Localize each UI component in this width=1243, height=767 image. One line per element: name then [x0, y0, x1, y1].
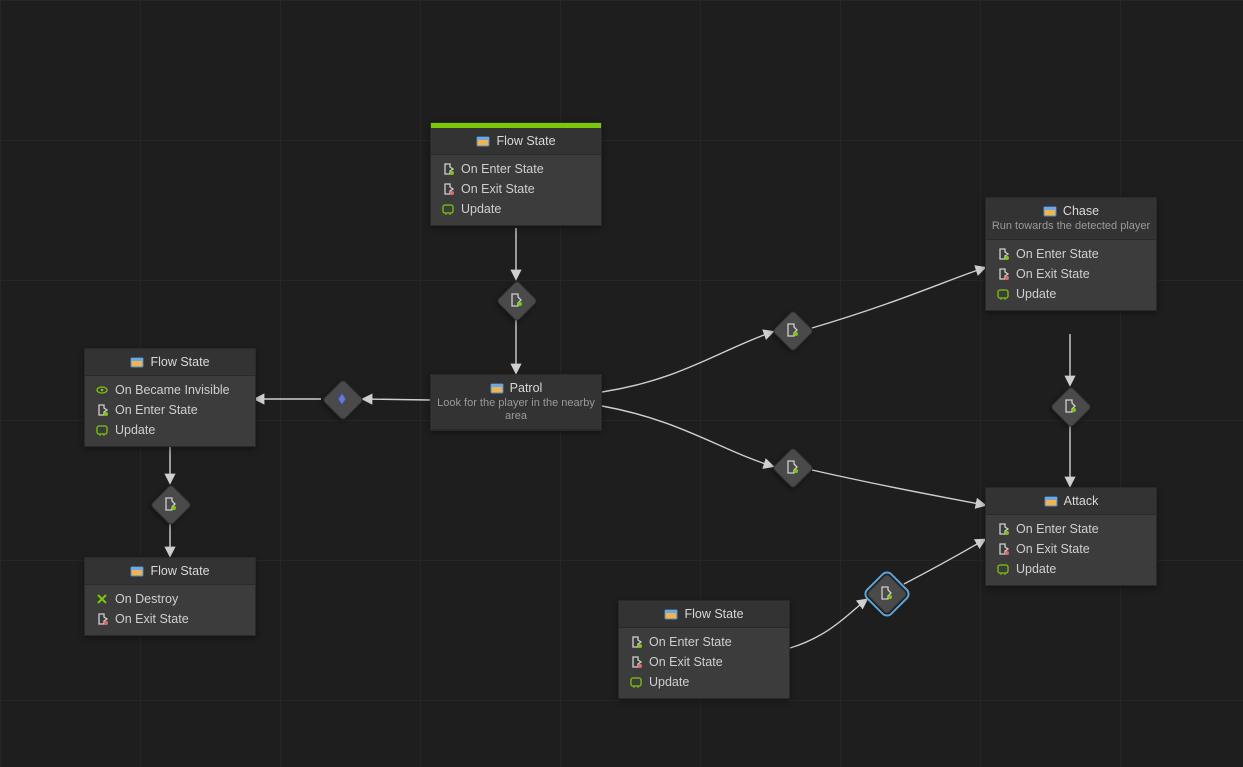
node-attack[interactable]: Attack On Enter State On Exit State Upda…: [985, 487, 1157, 586]
port[interactable]: Update: [85, 420, 255, 440]
box-icon: [130, 564, 144, 578]
transition-node[interactable]: [496, 280, 536, 320]
port[interactable]: On Enter State: [619, 632, 789, 652]
port[interactable]: On Destroy: [85, 589, 255, 609]
port-icon: [441, 182, 455, 196]
port[interactable]: On Exit State: [986, 539, 1156, 559]
transition-node-selected[interactable]: [866, 573, 906, 613]
box-icon: [490, 381, 504, 395]
port-label: On Exit State: [649, 655, 723, 669]
transition-node[interactable]: [772, 310, 812, 350]
box-icon: [130, 355, 144, 369]
port[interactable]: On Became Invisible: [85, 380, 255, 400]
port-icon: [629, 635, 643, 649]
eye-icon: [95, 383, 109, 397]
port[interactable]: Update: [986, 559, 1156, 579]
port-icon: [95, 612, 109, 626]
port-label: On Exit State: [115, 612, 189, 626]
port-icon: [95, 403, 109, 417]
update-icon: [996, 562, 1010, 576]
port-label: Update: [1016, 562, 1056, 576]
port-icon: [441, 162, 455, 176]
port-icon: [629, 655, 643, 669]
port[interactable]: On Exit State: [986, 264, 1156, 284]
destroy-icon: [95, 592, 109, 606]
update-icon: [95, 423, 109, 437]
port-label: On Became Invisible: [115, 383, 230, 397]
port[interactable]: On Exit State: [619, 652, 789, 672]
box-icon: [476, 134, 490, 148]
port[interactable]: Update: [986, 284, 1156, 304]
update-icon: [996, 287, 1010, 301]
transition-node[interactable]: [772, 447, 812, 487]
port-label: Update: [461, 202, 501, 216]
port-label: On Exit State: [1016, 267, 1090, 281]
node-chase[interactable]: Chase Run towards the detected player On…: [985, 197, 1157, 311]
port[interactable]: On Enter State: [431, 159, 601, 179]
update-icon: [629, 675, 643, 689]
node-flow-state-bottom[interactable]: Flow State On Enter State On Exit State …: [618, 600, 790, 699]
node-subtitle: Look for the player in the nearby area: [435, 397, 597, 423]
update-icon: [441, 202, 455, 216]
port-icon: [996, 267, 1010, 281]
port[interactable]: On Exit State: [431, 179, 601, 199]
transition-node[interactable]: [322, 379, 362, 419]
port-label: On Enter State: [1016, 522, 1099, 536]
port-label: On Exit State: [1016, 542, 1090, 556]
port-icon: [996, 522, 1010, 536]
node-title: Attack: [1064, 494, 1099, 508]
box-icon: [1044, 494, 1058, 508]
node-flow-state-left-bottom[interactable]: Flow State On Destroy On Exit State: [84, 557, 256, 636]
node-title: Flow State: [150, 564, 209, 578]
node-title: Flow State: [150, 355, 209, 369]
node-flow-state-left[interactable]: Flow State On Became Invisible On Enter …: [84, 348, 256, 447]
port[interactable]: On Enter State: [85, 400, 255, 420]
node-title: Patrol: [510, 381, 543, 395]
port[interactable]: Update: [431, 199, 601, 219]
node-patrol[interactable]: Patrol Look for the player in the nearby…: [430, 374, 602, 431]
transition-node[interactable]: [1050, 386, 1090, 426]
port-label: On Enter State: [1016, 247, 1099, 261]
node-subtitle: Run towards the detected player: [990, 220, 1152, 233]
port-label: On Exit State: [461, 182, 535, 196]
box-icon: [664, 607, 678, 621]
port[interactable]: On Exit State: [85, 609, 255, 629]
port-label: On Destroy: [115, 592, 178, 606]
port[interactable]: Update: [619, 672, 789, 692]
transition-node[interactable]: [150, 484, 190, 524]
port-label: On Enter State: [649, 635, 732, 649]
node-title: Chase: [1063, 204, 1099, 218]
node-title: Flow State: [496, 134, 555, 148]
port-label: Update: [649, 675, 689, 689]
port[interactable]: On Enter State: [986, 244, 1156, 264]
port-label: On Enter State: [115, 403, 198, 417]
port-label: On Enter State: [461, 162, 544, 176]
port[interactable]: On Enter State: [986, 519, 1156, 539]
graph-canvas[interactable]: Flow State On Enter State On Exit State …: [0, 0, 1243, 767]
port-icon: [996, 542, 1010, 556]
box-icon: [1043, 204, 1057, 218]
port-icon: [996, 247, 1010, 261]
port-label: Update: [115, 423, 155, 437]
node-title: Flow State: [684, 607, 743, 621]
port-label: Update: [1016, 287, 1056, 301]
node-flow-state-start[interactable]: Flow State On Enter State On Exit State …: [430, 122, 602, 226]
